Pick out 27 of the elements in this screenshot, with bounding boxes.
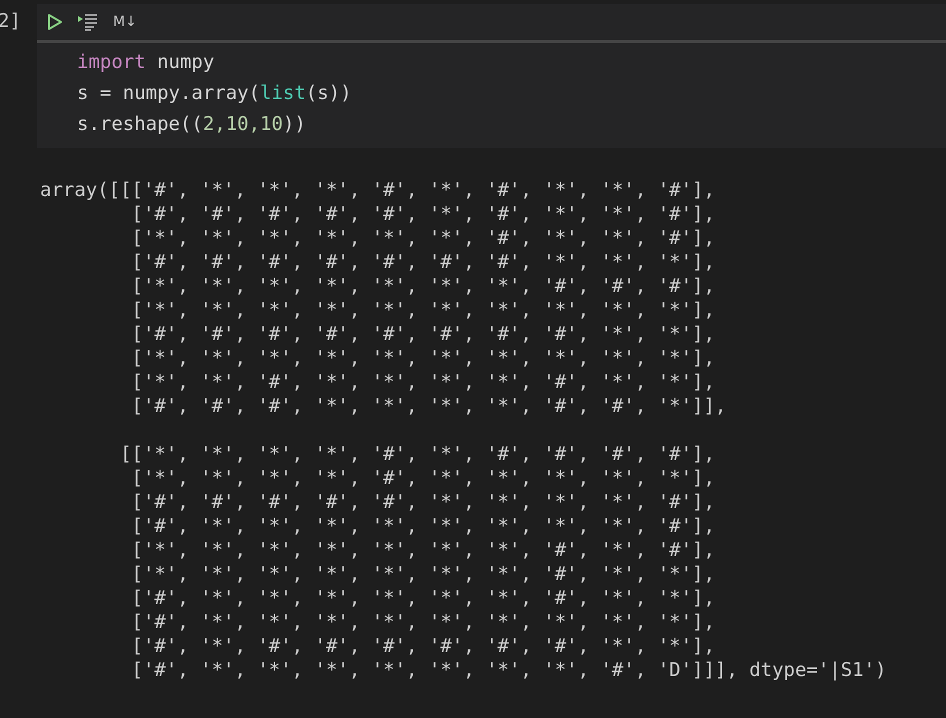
code-line: import numpy xyxy=(77,50,214,75)
output-line: ['*', '*', '*', '*', '*', '*', '*', '#', '*', '*'], xyxy=(132,562,715,586)
output-line: array([[['#', '*', '*', '*', '#', '*', '#', '*', '*', '#'], xyxy=(40,178,715,202)
output-line: ['*', '*', '*', '*', '*', '*', '#', '*', '*', '#'], xyxy=(132,226,715,250)
output-line: ['#', '#', '#', '#', '#', '*', '*', '*', '*', '#'], xyxy=(132,490,715,514)
output-line: ['#', '*', '#', '#', '#', '#', '#', '#', '*', '*'], xyxy=(132,634,715,658)
output-line: ['*', '*', '#', '*', '*', '*', '*', '#', '*', '*'], xyxy=(132,370,715,394)
output-line: ['*', '*', '*', '*', '*', '*', '*', '*', '*', '*'], xyxy=(132,346,715,370)
code-line: s.reshape((2,10,10)) xyxy=(77,112,306,137)
markdown-button[interactable]: M↓ xyxy=(111,12,139,32)
output-line: ['#', '#', '#', '*', '*', '*', '*', '#', '#', '*']], xyxy=(132,394,726,418)
output-line: ['#', '#', '#', '#', '#', '*', '#', '*', '*', '#'], xyxy=(132,202,715,226)
output-line: ['*', '*', '*', '*', '#', '*', '*', '*', '*', '*'], xyxy=(132,466,715,490)
output-line: ['#', '*', '*', '*', '*', '*', '*', '*', '#', 'D']]], dtype='|S1') xyxy=(132,658,886,682)
output-line: ['#', '#', '#', '#', '#', '#', '#', '#', '*', '*'], xyxy=(132,322,715,346)
run-lines-icon xyxy=(77,13,99,31)
output-line: ['*', '*', '*', '*', '*', '*', '*', '#', '#', '#'], xyxy=(132,274,715,298)
output-line: ['#', '#', '#', '#', '#', '#', '#', '*', '*', '*'], xyxy=(132,250,715,274)
output-line: ['#', '*', '*', '*', '*', '*', '*', '#', '*', '*'], xyxy=(132,586,715,610)
run-button[interactable] xyxy=(45,11,65,33)
output-line: ['*', '*', '*', '*', '*', '*', '*', '*', '*', '*'], xyxy=(132,298,715,322)
output-line: ['#', '*', '*', '*', '*', '*', '*', '*', '*', '*'], xyxy=(132,610,715,634)
code-line: s = numpy.array(list(s)) xyxy=(77,81,352,106)
output-line: ['#', '*', '*', '*', '*', '*', '*', '*', '*', '#'], xyxy=(132,514,715,538)
output-line: [['*', '*', '*', '*', '#', '*', '#', '#', '#', '#'], xyxy=(120,442,715,466)
play-icon xyxy=(47,13,63,31)
output-line: ['*', '*', '*', '*', '*', '*', '*', '#', '*', '#'], xyxy=(132,538,715,562)
